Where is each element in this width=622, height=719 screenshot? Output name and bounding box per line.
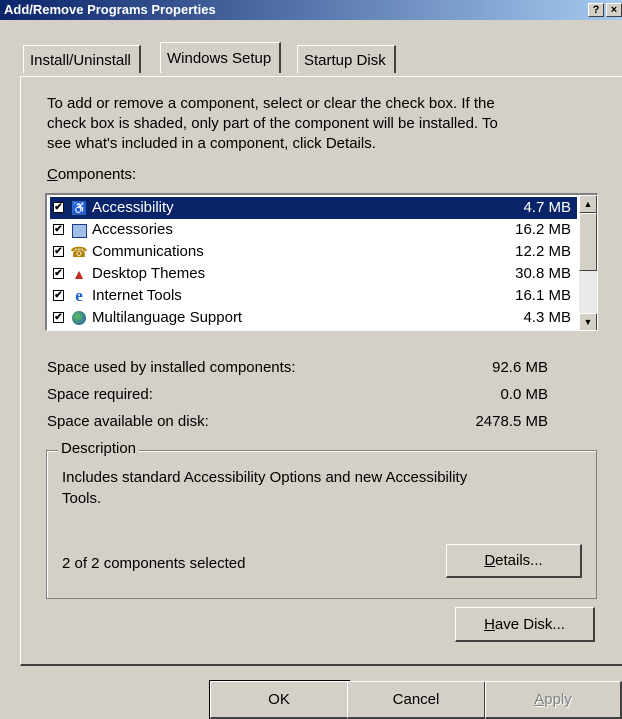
component-size: 12.2 MB bbox=[515, 243, 571, 260]
component-name: Internet Tools bbox=[92, 287, 182, 304]
component-name: Accessories bbox=[92, 221, 173, 238]
checkbox[interactable]: ✔ bbox=[53, 202, 64, 213]
space-available-label: Space available on disk: bbox=[47, 413, 209, 430]
tab-windows-setup[interactable]: Windows Setup bbox=[160, 42, 282, 73]
tab-startup-disk[interactable]: Startup Disk bbox=[297, 45, 396, 73]
title-bar[interactable]: Add/Remove Programs Properties ? × bbox=[0, 0, 622, 20]
component-name: Desktop Themes bbox=[92, 265, 206, 282]
space-required-value: 0.0 MB bbox=[500, 386, 548, 403]
description-legend: Description bbox=[58, 440, 140, 457]
details-button[interactable]: Details... bbox=[446, 544, 582, 578]
tab-label: Startup Disk bbox=[304, 52, 386, 69]
space-available-value: 2478.5 MB bbox=[475, 413, 548, 430]
scroll-up-arrow-icon[interactable]: ▲ bbox=[579, 195, 597, 213]
component-size: 4.3 MB bbox=[523, 309, 571, 326]
close-button[interactable]: × bbox=[606, 3, 622, 17]
vertical-scrollbar[interactable]: ▲ ▼ bbox=[579, 195, 597, 330]
accessories-icon bbox=[72, 224, 87, 238]
window-title: Add/Remove Programs Properties bbox=[4, 2, 216, 17]
instructions-line-3: see what's included in a component, clic… bbox=[47, 135, 376, 152]
space-required-label: Space required: bbox=[47, 386, 153, 403]
components-label: Components: bbox=[47, 166, 137, 183]
description-line-2: Tools. bbox=[62, 490, 102, 507]
component-size: 16.2 MB bbox=[515, 221, 571, 238]
ok-button[interactable]: OK bbox=[209, 680, 350, 719]
list-item[interactable]: ✔ Accessories 16.2 MB bbox=[50, 219, 577, 241]
globe-icon bbox=[72, 311, 86, 325]
components-list[interactable]: ✔ ♿ Accessibility 4.7 MB ✔ Accessories 1… bbox=[45, 193, 598, 331]
space-used-value: 92.6 MB bbox=[492, 359, 548, 376]
checkbox[interactable]: ✔ bbox=[53, 290, 64, 301]
desktop-themes-icon: ▲ bbox=[72, 266, 86, 282]
instructions-line-2: check box is shaded, only part of the co… bbox=[47, 115, 498, 132]
component-name: Accessibility bbox=[92, 199, 174, 216]
communications-icon: ☎ bbox=[70, 244, 88, 260]
list-item[interactable]: ✔ ♿ Accessibility 4.7 MB bbox=[50, 197, 577, 219]
tab-label: Windows Setup bbox=[167, 50, 272, 67]
space-used-label: Space used by installed components: bbox=[47, 359, 296, 376]
have-disk-button[interactable]: Have Disk... bbox=[455, 607, 595, 642]
checkbox[interactable]: ✔ bbox=[53, 268, 64, 279]
instructions-line-1: To add or remove a component, select or … bbox=[47, 95, 495, 112]
scroll-down-arrow-icon[interactable]: ▼ bbox=[579, 313, 597, 330]
help-button[interactable]: ? bbox=[588, 3, 604, 17]
components-selected-text: 2 of 2 components selected bbox=[62, 555, 246, 572]
checkbox[interactable]: ✔ bbox=[53, 312, 64, 323]
tab-install-uninstall[interactable]: Install/Uninstall bbox=[23, 45, 141, 73]
scroll-thumb[interactable] bbox=[579, 213, 597, 271]
apply-button[interactable]: Apply bbox=[485, 681, 622, 719]
list-item[interactable]: ✔ Multilanguage Support 4.3 MB bbox=[50, 307, 577, 329]
cancel-button[interactable]: Cancel bbox=[347, 681, 486, 719]
list-item[interactable]: ✔ e Internet Tools 16.1 MB bbox=[50, 285, 577, 307]
tab-label: Install/Uninstall bbox=[30, 52, 131, 69]
checkbox[interactable]: ✔ bbox=[53, 224, 64, 235]
description-line-1: Includes standard Accessibility Options … bbox=[62, 469, 468, 486]
component-size: 16.1 MB bbox=[515, 287, 571, 304]
component-size: 4.7 MB bbox=[523, 199, 571, 216]
list-item[interactable]: ✔ ▲ Desktop Themes 30.8 MB bbox=[50, 263, 577, 285]
component-name: Multilanguage Support bbox=[92, 309, 243, 326]
internet-explorer-icon: e bbox=[75, 286, 83, 305]
checkbox[interactable]: ✔ bbox=[53, 246, 64, 257]
list-item[interactable]: ✔ ☎ Communications 12.2 MB bbox=[50, 241, 577, 263]
accessibility-icon: ♿ bbox=[72, 201, 87, 215]
component-name: Communications bbox=[92, 243, 204, 260]
component-size: 30.8 MB bbox=[515, 265, 571, 282]
